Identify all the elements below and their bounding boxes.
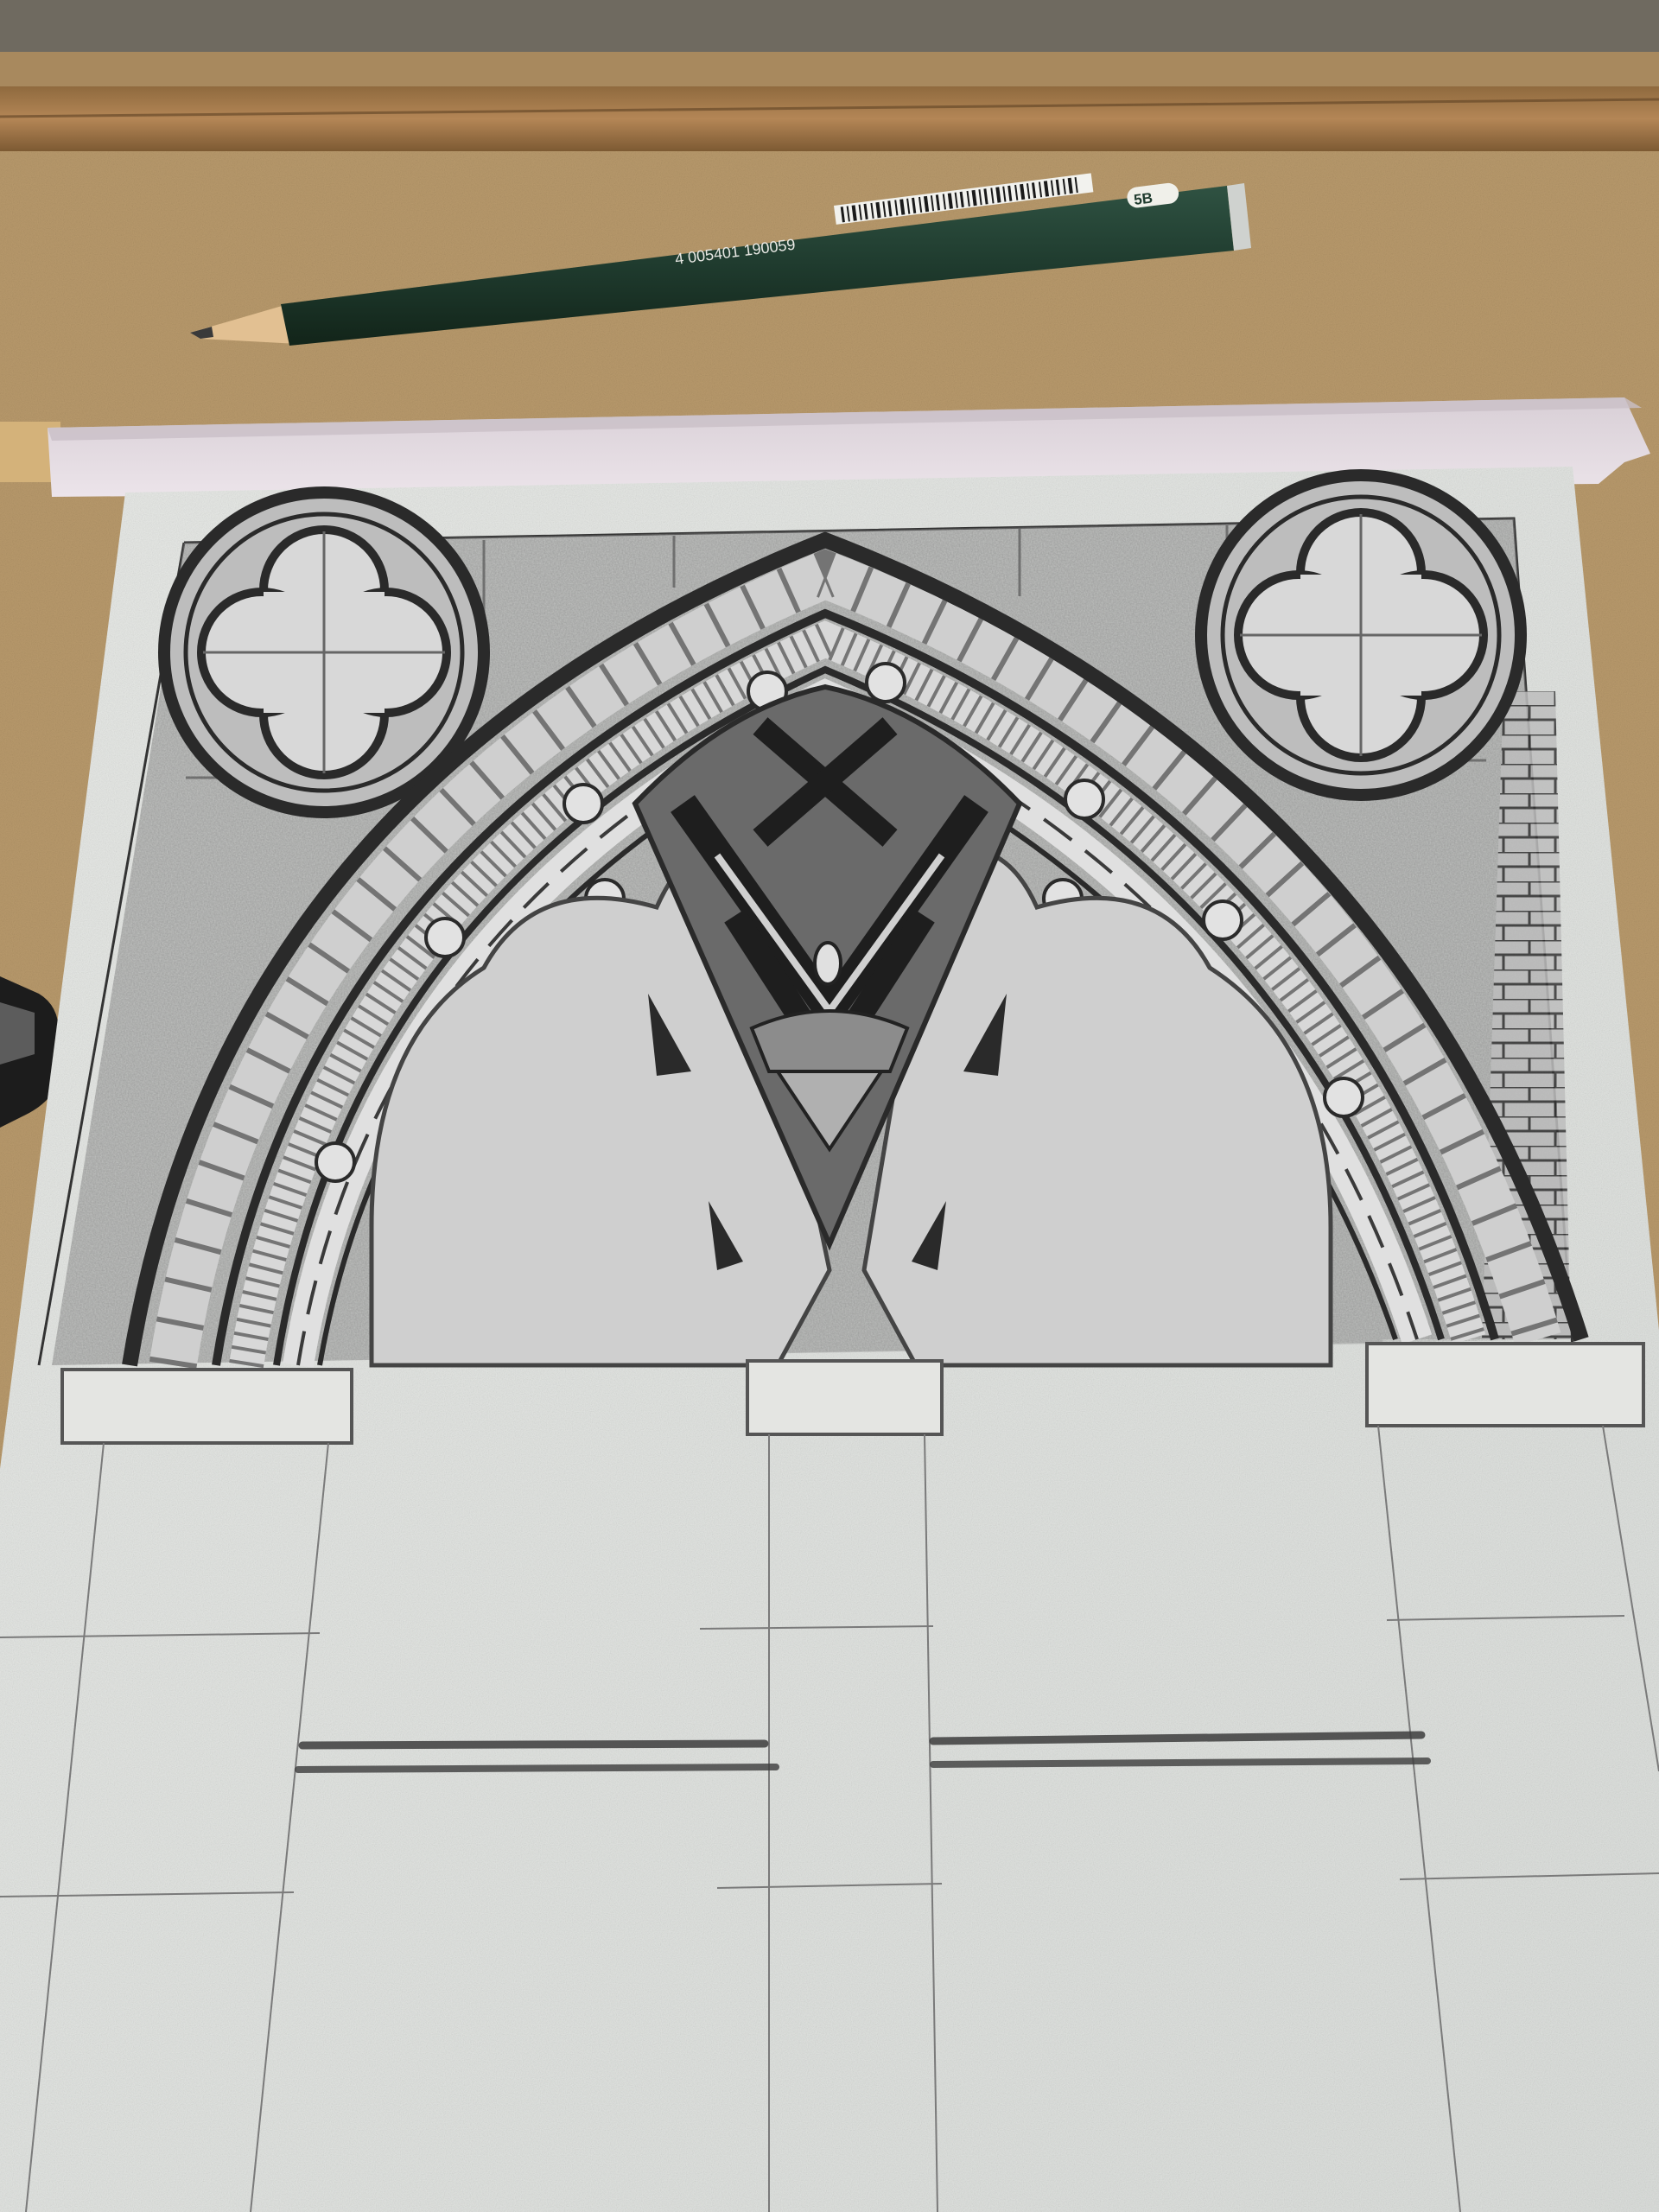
right-quatrefoil	[1195, 469, 1527, 801]
photo-scene: 4 005401 190059 5B	[0, 0, 1659, 2212]
left-quatrefoil	[158, 486, 490, 818]
pencil-grade-label: 5B	[1133, 189, 1154, 208]
scene-drawing: 4 005401 190059 5B	[0, 0, 1659, 2212]
